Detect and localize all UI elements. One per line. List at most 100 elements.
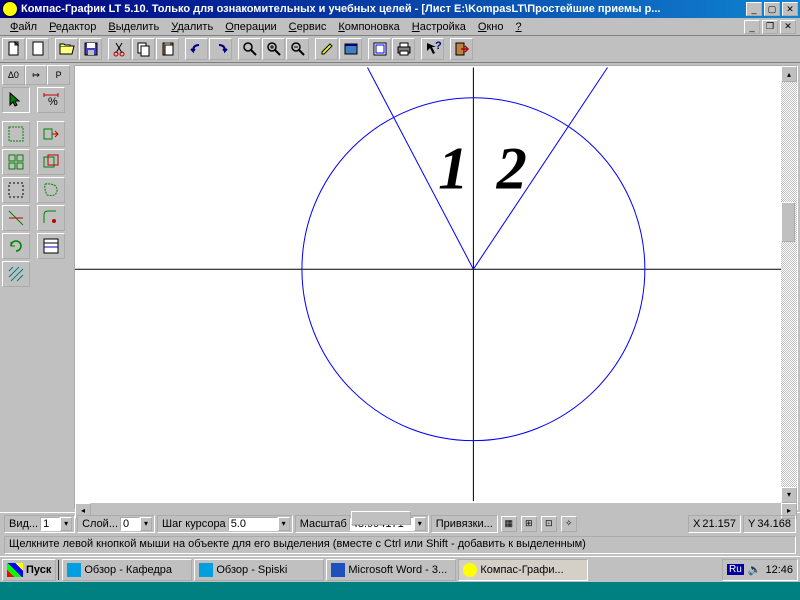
zoom-button[interactable] <box>238 38 261 60</box>
tool-trim[interactable] <box>2 205 30 231</box>
layer-input[interactable] <box>120 517 140 531</box>
grid-toggle-button[interactable]: ▦ <box>501 516 517 532</box>
zoom-out-button[interactable] <box>286 38 309 60</box>
open-button[interactable] <box>55 38 78 60</box>
context-help-button[interactable]: ? <box>421 38 444 60</box>
windows-logo-icon <box>7 563 23 577</box>
tool-select-rect[interactable] <box>2 121 30 147</box>
start-button[interactable]: Пуск <box>2 559 56 581</box>
main-area: Δ0 ↦ P % <box>0 63 800 512</box>
tool-fillet[interactable] <box>37 205 65 231</box>
blank-icon <box>30 41 46 57</box>
menu-layout[interactable]: Компоновка <box>332 20 405 34</box>
y-coordinate: Y34.168 <box>743 515 796 533</box>
volume-icon[interactable]: 🔊 <box>748 563 762 576</box>
extend-icon <box>42 125 60 143</box>
grid-icon <box>7 153 25 171</box>
zoom-in-icon <box>266 41 282 57</box>
menu-edit[interactable]: Редактор <box>43 20 102 34</box>
language-indicator[interactable]: Ru <box>727 564 744 575</box>
snaps-button[interactable]: Привязки... <box>431 515 498 533</box>
view-input[interactable] <box>40 517 60 531</box>
pencil-icon <box>319 41 335 57</box>
dropdown-icon[interactable]: ▾ <box>414 517 426 531</box>
save-button[interactable] <box>79 38 102 60</box>
tool-dimension[interactable]: % <box>37 87 65 113</box>
left-tab-1[interactable]: Δ0 <box>2 65 25 85</box>
new-doc-button[interactable] <box>2 38 25 60</box>
axes-toggle-button[interactable]: ✧ <box>561 516 577 532</box>
view-selector[interactable]: Вид...▾ <box>4 515 75 533</box>
taskbar-item[interactable]: Обзор - Spiski <box>194 559 324 581</box>
svg-text:?: ? <box>435 41 441 52</box>
vertical-scrollbar[interactable]: ▴ ▾ <box>781 66 797 503</box>
menu-delete[interactable]: Удалить <box>165 20 219 34</box>
minimize-button[interactable]: _ <box>746 2 762 16</box>
copy-icon <box>136 41 152 57</box>
tool-hatch[interactable] <box>2 261 30 287</box>
snap-toggle-button[interactable]: ⊡ <box>541 516 557 532</box>
paste-button[interactable] <box>156 38 179 60</box>
edit-button[interactable] <box>315 38 338 60</box>
svg-text:%: % <box>48 96 58 108</box>
step-input[interactable] <box>228 517 278 531</box>
undo-button[interactable] <box>185 38 208 60</box>
cursor-icon <box>7 91 25 109</box>
tool-marquee[interactable] <box>2 177 30 203</box>
taskbar-item[interactable]: Microsoft Word - 3... <box>326 559 456 581</box>
menu-file[interactable]: Файл <box>4 20 43 34</box>
left-tab-2[interactable]: ↦ <box>25 65 48 85</box>
drawing-canvas[interactable]: 1 2 <box>75 66 781 503</box>
tool-cursor[interactable] <box>2 87 30 113</box>
kompas-icon <box>463 563 477 577</box>
redo-button[interactable] <box>209 38 232 60</box>
menu-select[interactable]: Выделить <box>102 20 165 34</box>
main-toolbar: ? <box>0 36 800 63</box>
close-button[interactable]: ✕ <box>782 2 798 16</box>
copy-button[interactable] <box>132 38 155 60</box>
menu-bar: Файл Редактор Выделить Удалить Операции … <box>0 18 800 36</box>
menu-operations[interactable]: Операции <box>219 20 282 34</box>
scroll-up-button[interactable]: ▴ <box>781 66 797 82</box>
canvas-label-2: 2 <box>496 136 527 203</box>
menu-help[interactable]: ? <box>510 20 528 34</box>
ortho-toggle-button[interactable]: ⊞ <box>521 516 537 532</box>
left-tab-3[interactable]: P <box>47 65 70 85</box>
menu-settings[interactable]: Настройка <box>406 20 472 34</box>
new-sheet-button[interactable] <box>26 38 49 60</box>
tool-group[interactable] <box>37 149 65 175</box>
fit-page-button[interactable] <box>368 38 391 60</box>
ie-icon <box>199 563 213 577</box>
print-button[interactable] <box>392 38 415 60</box>
mdi-minimize-button[interactable]: _ <box>744 20 760 34</box>
rotate-icon <box>7 237 25 255</box>
taskbar-item[interactable]: Обзор - Кафедра <box>62 559 192 581</box>
mdi-close-button[interactable]: ✕ <box>780 20 796 34</box>
left-toolbox: Δ0 ↦ P % <box>0 63 72 512</box>
mdi-restore-button[interactable]: ❐ <box>762 20 778 34</box>
undo-icon <box>189 41 205 57</box>
tool-properties[interactable] <box>37 233 65 259</box>
exit-button[interactable] <box>450 38 473 60</box>
dropdown-icon[interactable]: ▾ <box>278 517 290 531</box>
fillet-icon <box>42 209 60 227</box>
tool-select-all[interactable] <box>2 149 30 175</box>
tool-rotate[interactable] <box>2 233 30 259</box>
clipboard-icon <box>160 41 176 57</box>
title-bar: Компас-График LT 5.10. Только для ознако… <box>0 0 800 18</box>
cut-button[interactable] <box>108 38 131 60</box>
refresh-button[interactable] <box>339 38 362 60</box>
scroll-down-button[interactable]: ▾ <box>781 487 797 503</box>
word-icon <box>331 563 345 577</box>
maximize-button[interactable]: ▢ <box>764 2 780 16</box>
menu-service[interactable]: Сервис <box>283 20 333 34</box>
taskbar-item-active[interactable]: Компас-Графи... <box>458 559 588 581</box>
dropdown-icon[interactable]: ▾ <box>140 517 152 531</box>
tool-extend[interactable] <box>37 121 65 147</box>
zoom-in-button[interactable] <box>262 38 285 60</box>
layer-selector[interactable]: Слой...▾ <box>77 515 155 533</box>
magnifier-icon <box>242 41 258 57</box>
tool-lasso[interactable] <box>37 177 65 203</box>
menu-window[interactable]: Окно <box>472 20 510 34</box>
dropdown-icon[interactable]: ▾ <box>60 517 72 531</box>
